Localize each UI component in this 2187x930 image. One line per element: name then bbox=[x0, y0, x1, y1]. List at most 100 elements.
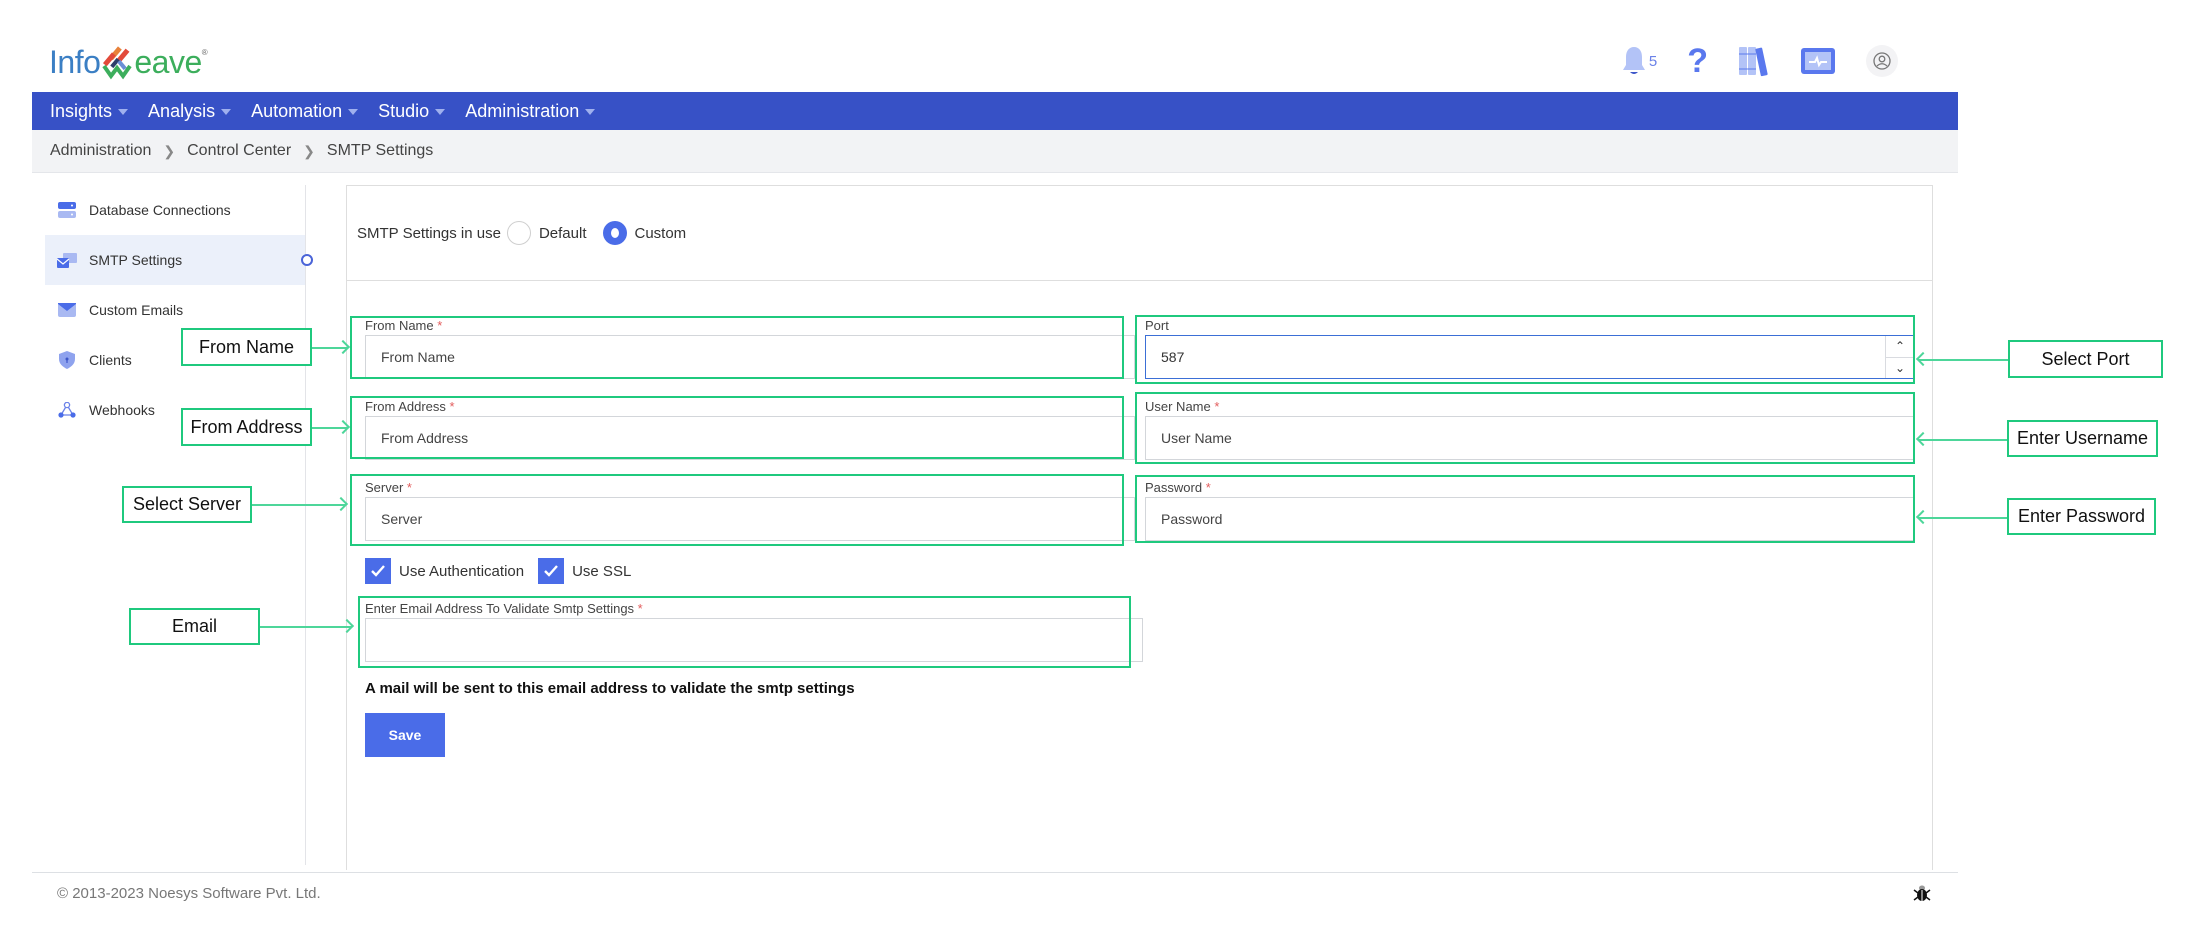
radio-custom-label[interactable]: Custom bbox=[635, 225, 687, 242]
nav-label: Insights bbox=[50, 100, 113, 121]
caret-down-icon bbox=[118, 109, 129, 115]
annotation-connector bbox=[260, 626, 352, 628]
sidebar-item-label: SMTP Settings bbox=[89, 252, 183, 268]
from-address-field: From Address * bbox=[365, 398, 1135, 460]
annotation-connector bbox=[252, 504, 346, 506]
library-button[interactable] bbox=[1738, 45, 1770, 77]
smtp-in-use-label: SMTP Settings in use bbox=[357, 224, 501, 242]
notifications-button[interactable]: 5 bbox=[1621, 45, 1657, 77]
increment-chevron-up-icon[interactable]: ⌃ bbox=[1886, 336, 1914, 357]
nav-studio[interactable]: Studio bbox=[378, 100, 446, 122]
from-name-label: From Name bbox=[365, 318, 434, 333]
nav-label: Automation bbox=[251, 100, 343, 121]
library-icon bbox=[1739, 47, 1768, 77]
validate-email-hint: A mail will be sent to this email addres… bbox=[365, 680, 855, 697]
user-menu-button[interactable] bbox=[1866, 45, 1898, 77]
required-mark: * bbox=[449, 399, 455, 414]
user-name-label: User Name bbox=[1145, 399, 1211, 414]
nav-analysis[interactable]: Analysis bbox=[148, 101, 232, 122]
bug-report-icon[interactable] bbox=[1913, 884, 1931, 902]
annotation-select-server: Select Server bbox=[122, 486, 252, 523]
webhook-icon bbox=[57, 400, 77, 420]
chevron-right-icon: ❯ bbox=[303, 142, 315, 159]
annotation-select-port: Select Port bbox=[2008, 340, 2163, 378]
header-toolbar: 5 ? bbox=[1621, 42, 1898, 80]
caret-down-icon bbox=[221, 109, 232, 115]
annotation-from-name: From Name bbox=[181, 328, 312, 366]
infoweave-logo[interactable]: Info eave ® bbox=[49, 40, 208, 84]
database-icon bbox=[57, 200, 77, 220]
bell-icon bbox=[1622, 47, 1645, 74]
checkmark-icon bbox=[371, 565, 385, 577]
nav-administration[interactable]: Administration bbox=[465, 100, 596, 122]
annotation-enter-password: Enter Password bbox=[2007, 498, 2156, 535]
annotation-from-address: From Address bbox=[181, 408, 312, 446]
annotation-enter-username: Enter Username bbox=[2007, 420, 2158, 457]
logo-text-left: Info bbox=[49, 43, 101, 80]
annotation-connector bbox=[1918, 359, 2008, 361]
active-indicator bbox=[301, 254, 313, 266]
footer-divider bbox=[32, 872, 1958, 873]
required-mark: * bbox=[1214, 399, 1220, 414]
use-authentication-checkbox[interactable] bbox=[365, 558, 391, 584]
annotation-connector bbox=[1918, 517, 2007, 519]
required-mark: * bbox=[437, 318, 443, 333]
nav-label: Administration bbox=[465, 100, 580, 121]
from-name-input[interactable] bbox=[381, 349, 1134, 365]
monitor-icon bbox=[1801, 48, 1835, 74]
sidebar-item-label: Custom Emails bbox=[89, 302, 184, 318]
sidebar: Database Connections SMTP Settings Custo… bbox=[32, 185, 313, 865]
caret-down-icon bbox=[348, 109, 359, 115]
logo-text-right: eave bbox=[134, 43, 202, 80]
password-label: Password bbox=[1145, 480, 1203, 495]
caret-down-icon bbox=[435, 109, 446, 115]
validate-email-field: Enter Email Address To Validate Smtp Set… bbox=[365, 600, 1143, 662]
radio-default[interactable] bbox=[506, 221, 531, 245]
validate-email-input[interactable] bbox=[381, 632, 1142, 648]
monitor-button[interactable] bbox=[1800, 47, 1836, 75]
checkmark-icon bbox=[544, 565, 558, 577]
port-label: Port bbox=[1145, 318, 1169, 333]
from-address-input[interactable] bbox=[381, 430, 1134, 446]
breadcrumb-control-center[interactable]: Control Center bbox=[187, 142, 291, 160]
help-button[interactable]: ? bbox=[1687, 44, 1708, 78]
use-authentication-label[interactable]: Use Authentication bbox=[399, 563, 524, 580]
server-input[interactable] bbox=[381, 511, 1134, 527]
annotation-connector bbox=[1918, 439, 2007, 441]
port-field: Port ⌃ ⌄ bbox=[1145, 317, 1915, 379]
required-mark: * bbox=[637, 601, 643, 616]
port-spinner: ⌃ ⌄ bbox=[1885, 336, 1914, 378]
decrement-chevron-down-icon[interactable]: ⌄ bbox=[1886, 356, 1914, 379]
breadcrumb-smtp-settings: SMTP Settings bbox=[326, 142, 434, 159]
save-button[interactable]: Save bbox=[365, 713, 445, 757]
sidebar-item-smtp-settings[interactable]: SMTP Settings bbox=[45, 235, 313, 285]
user-name-input[interactable] bbox=[1161, 430, 1914, 446]
nav-label: Studio bbox=[378, 100, 430, 121]
email-icon bbox=[57, 300, 77, 320]
copyright: © 2013-2023 Noesys Software Pvt. Ltd. bbox=[57, 885, 321, 902]
nav-automation[interactable]: Automation bbox=[251, 100, 359, 122]
use-ssl-checkbox[interactable] bbox=[538, 558, 565, 584]
use-ssl-label[interactable]: Use SSL bbox=[572, 563, 631, 580]
smtp-icon bbox=[57, 250, 77, 270]
sidebar-item-label: Database Connections bbox=[89, 202, 231, 218]
nav-insights[interactable]: Insights bbox=[50, 100, 129, 122]
breadcrumb-administration[interactable]: Administration bbox=[50, 142, 151, 160]
registered-mark: ® bbox=[201, 48, 208, 57]
shield-icon bbox=[57, 350, 77, 370]
port-input[interactable] bbox=[1161, 349, 1886, 365]
radio-default-label[interactable]: Default bbox=[539, 225, 587, 242]
required-mark: * bbox=[406, 480, 412, 495]
sidebar-item-database-connections[interactable]: Database Connections bbox=[45, 185, 305, 235]
validate-email-label: Enter Email Address To Validate Smtp Set… bbox=[365, 601, 635, 616]
user-name-field: User Name * bbox=[1145, 398, 1915, 460]
radio-custom[interactable] bbox=[602, 221, 627, 245]
user-icon bbox=[1873, 52, 1891, 70]
password-input[interactable] bbox=[1161, 511, 1914, 527]
from-name-field: From Name * bbox=[365, 317, 1135, 379]
smtp-mode-selector: SMTP Settings in use Default Custom bbox=[347, 186, 1932, 281]
options-row: Use Authentication Use SSL bbox=[365, 558, 645, 584]
app-header: Info eave ® 5 ? bbox=[32, 0, 1958, 92]
caret-down-icon bbox=[585, 109, 596, 115]
from-address-label: From Address bbox=[365, 399, 446, 414]
